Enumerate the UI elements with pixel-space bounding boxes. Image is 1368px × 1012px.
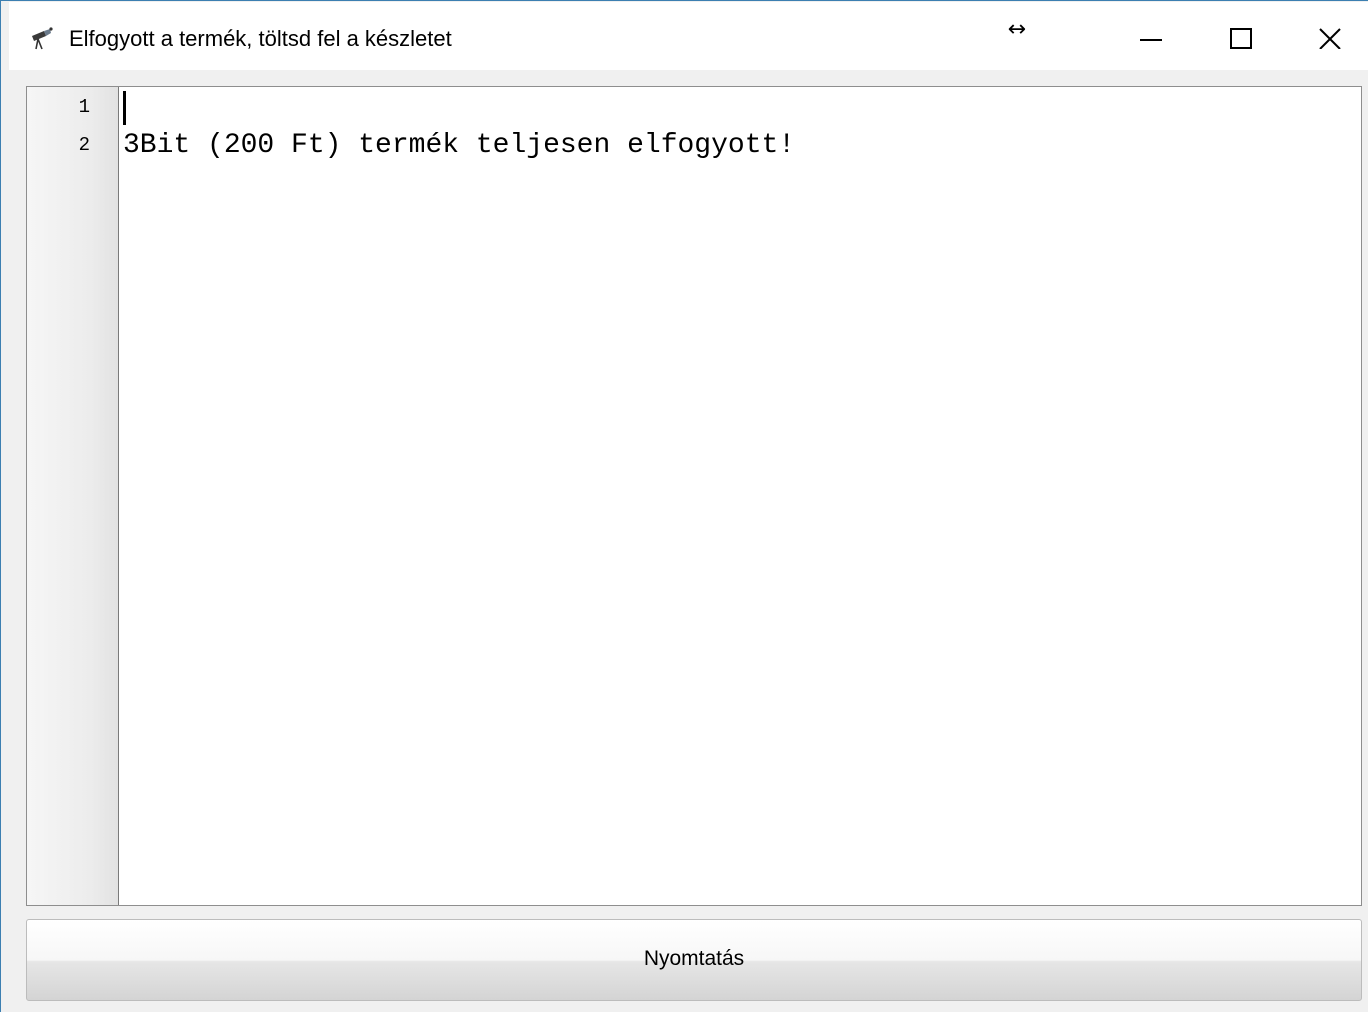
app-window: Elfogyott a termék, töltsd fel a készlet… [0,0,1368,1012]
maximize-button[interactable] [1195,3,1287,63]
minimize-button[interactable] [1105,3,1197,63]
horizontal-resize-cursor-icon: ↔ [1007,17,1027,42]
close-button[interactable] [1285,3,1368,63]
minimize-icon [1140,39,1162,41]
editor-line: 3Bit (200 Ft) termék teljesen elfogyott! [123,130,796,161]
line-number: 1 [78,96,90,118]
print-button[interactable]: Nyomtatás [26,919,1362,1001]
window-title: Elfogyott a termék, töltsd fel a készlet… [69,26,452,51]
telescope-app-icon[interactable] [29,26,55,52]
text-caret [123,91,126,125]
close-icon [1319,28,1341,49]
editor-text-area[interactable]: 3Bit (200 Ft) termék teljesen elfogyott! [119,87,1361,905]
text-editor[interactable]: 1 2 3Bit (200 Ft) termék teljesen elfogy… [26,86,1362,906]
maximize-icon [1230,28,1252,49]
line-number-gutter: 1 2 [27,87,119,905]
line-number: 2 [78,134,90,156]
title-bar[interactable]: Elfogyott a termék, töltsd fel a készlet… [9,2,1368,70]
